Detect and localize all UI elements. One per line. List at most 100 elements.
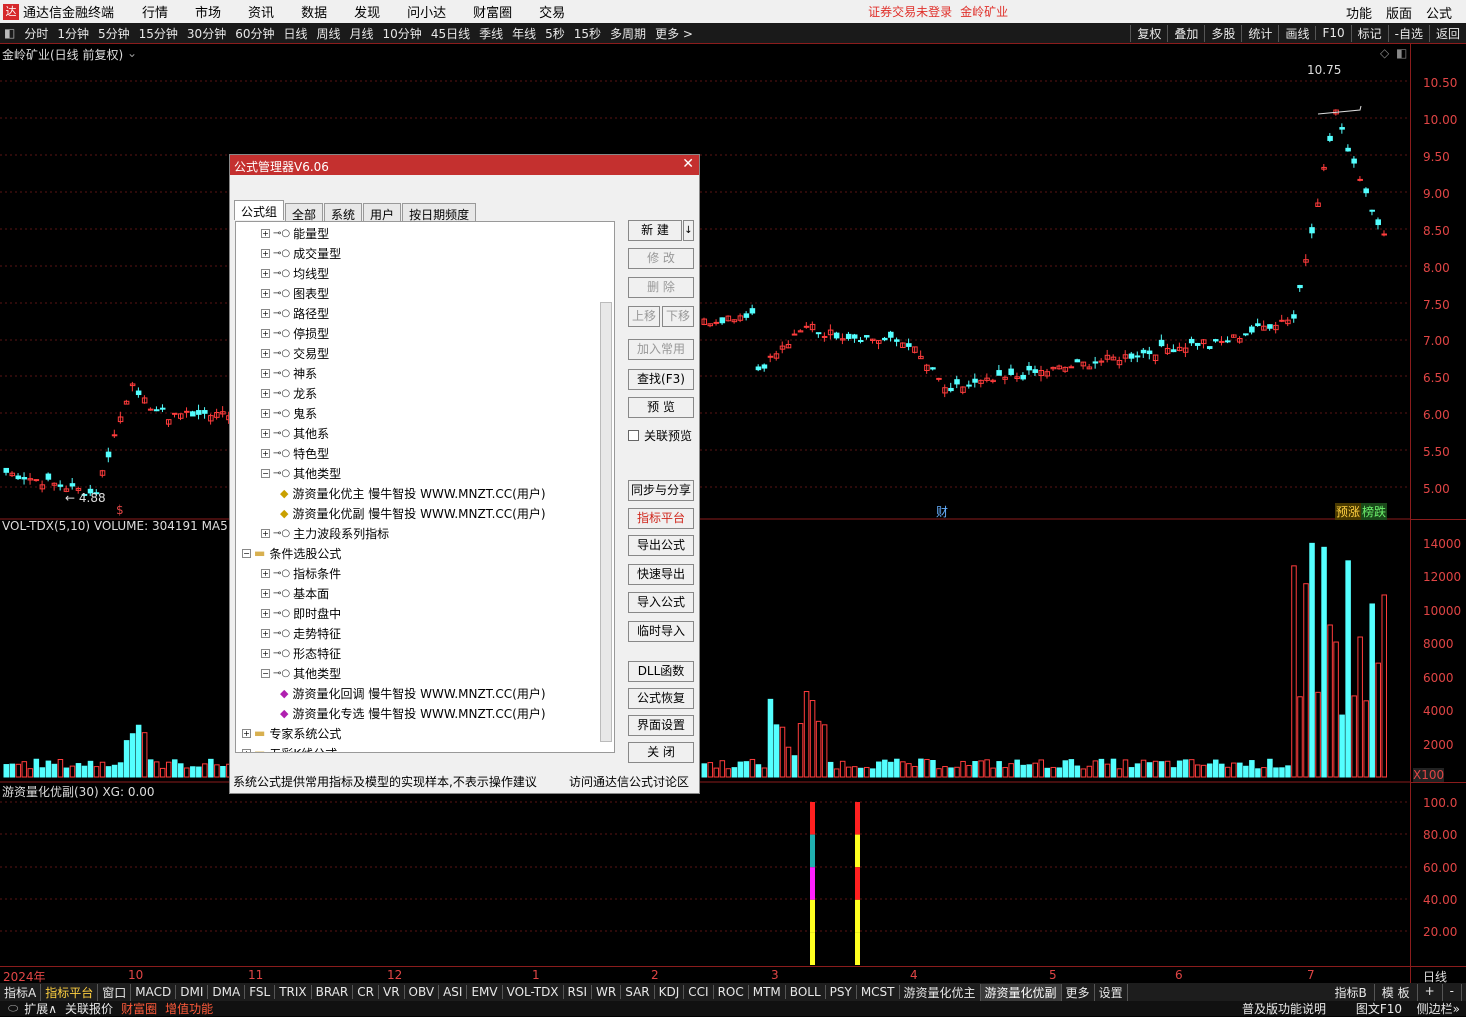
menu-gongshi[interactable]: 公式	[1426, 3, 1452, 22]
indicator-tab[interactable]: CCI	[684, 985, 714, 999]
period-item[interactable]: 5秒	[545, 25, 565, 42]
toolbar-tongji[interactable]: 统计	[1241, 24, 1278, 42]
period-item[interactable]: 15秒	[574, 25, 601, 42]
indicator-tab[interactable]: KDJ	[655, 985, 685, 999]
indicator-tab[interactable]: ASI	[439, 985, 468, 999]
tree-node[interactable]: + ▬ 专家系统公式	[242, 723, 341, 743]
chart-canvas[interactable]	[0, 44, 1410, 983]
finance-marker[interactable]: 财	[936, 503, 948, 520]
indicator-tab[interactable]: PSY	[826, 985, 857, 999]
menu-hangqing[interactable]: 行情	[142, 2, 168, 21]
period-item[interactable]: 月线	[350, 25, 374, 42]
indicator-tab[interactable]: ROC	[714, 985, 749, 999]
toolbar-huaxian[interactable]: 画线	[1278, 24, 1315, 42]
tree-node[interactable]: + ⊸○ 指标条件	[261, 563, 341, 583]
expand-icon[interactable]: +	[261, 388, 270, 398]
indicator-tab[interactable]: BOLL	[786, 985, 826, 999]
status-related-quote[interactable]: 关联报价	[65, 1000, 113, 1017]
indicator-platform-button[interactable]: 指标平台	[628, 508, 694, 529]
tree-node[interactable]: + ⊸○ 龙系	[261, 383, 317, 403]
sidebar-toggle-icon[interactable]: ◧	[4, 26, 15, 40]
menu-shuju[interactable]: 数据	[301, 2, 327, 21]
period-item[interactable]: 15分钟	[139, 25, 178, 42]
expand-icon[interactable]: +	[261, 288, 270, 298]
yuzhang-badge[interactable]: 预涨	[1335, 503, 1362, 520]
period-item[interactable]: 年线	[512, 25, 536, 42]
indicator-tab[interactable]: MCST	[857, 985, 900, 999]
dialog-close-button[interactable]: 关 闭	[628, 742, 694, 763]
ui-settings-button[interactable]: 界面设置	[628, 715, 694, 736]
indicator-tab[interactable]: 指标A	[0, 983, 42, 1001]
period-item[interactable]: 分时	[24, 25, 48, 42]
dll-function-button[interactable]: DLL函数	[628, 661, 694, 682]
toolbar-fanhui[interactable]: 返回	[1428, 24, 1466, 42]
tree-node[interactable]: + ⊸○ 神系	[261, 363, 317, 383]
temp-import-button[interactable]: 临时导入	[628, 621, 694, 642]
chevron-down-icon[interactable]: ⌄	[127, 46, 137, 60]
tree-node[interactable]: +▬五彩K线公式	[242, 743, 337, 752]
menu-wenxiaoda[interactable]: 问小达	[407, 2, 446, 21]
indicator-tab[interactable]: BRAR	[312, 985, 354, 999]
indicator-tab[interactable]: FSL	[245, 985, 276, 999]
indicator-tab[interactable]: 设置	[1095, 983, 1128, 1001]
tree-node[interactable]: ◆ 游资量化优主 慢牛智投 WWW.MNZT.CC(用户)	[280, 483, 546, 503]
new-button[interactable]: 新 建	[628, 220, 682, 241]
status-value-added[interactable]: 增值功能	[165, 1000, 213, 1017]
expand-icon[interactable]: +	[261, 328, 270, 338]
expand-icon[interactable]: +	[242, 728, 251, 738]
tree-node[interactable]: − ⊸○ 其他类型	[261, 663, 341, 683]
period-item[interactable]: 30分钟	[187, 25, 226, 42]
indicator-tab[interactable]: TRIX	[275, 985, 312, 999]
period-item[interactable]: 60分钟	[235, 25, 274, 42]
period-item[interactable]: 季线	[479, 25, 503, 42]
period-item[interactable]: 日线	[283, 25, 307, 42]
tree-node[interactable]: + ⊸○ 基本面	[261, 583, 329, 603]
tree-node[interactable]: ◆ 游资量化优副 慢牛智投 WWW.MNZT.CC(用户)	[280, 503, 546, 523]
tree-scrollbar[interactable]	[600, 302, 612, 742]
tree-node[interactable]: ◆ 游资量化回调 慢牛智投 WWW.MNZT.CC(用户)	[280, 683, 546, 703]
status-f10[interactable]: 图文F10	[1356, 1000, 1402, 1017]
tree-node[interactable]: − ⊸○ 其他类型	[261, 463, 341, 483]
status-expand[interactable]: 扩展∧	[24, 1000, 57, 1017]
linked-preview-checkbox[interactable]: 关联预览	[628, 427, 692, 444]
export-button[interactable]: 导出公式	[628, 535, 694, 556]
preview-button[interactable]: 预 览	[628, 397, 694, 418]
toolbar-zixuan[interactable]: -自选	[1387, 24, 1429, 42]
bangdie-badge[interactable]: 榜跌	[1361, 503, 1388, 520]
toolbar-fuquan[interactable]: 复权	[1130, 24, 1167, 42]
tree-node[interactable]: + ⊸○ 路径型	[261, 303, 329, 323]
expand-icon[interactable]: +	[261, 248, 270, 258]
expand-icon[interactable]: +	[261, 368, 270, 378]
expand-icon[interactable]: +	[261, 588, 270, 598]
tree-node[interactable]: + ⊸○ 停损型	[261, 323, 329, 343]
formula-tree[interactable]: + ⊸○ 能量型 + ⊸○ 成交量型 + ⊸○ 均线型 + ⊸○ 图表型 + ⊸○ 路径型 + ⊸○ 停损型 + ⊸○…	[235, 221, 615, 753]
expand-icon[interactable]: +	[261, 348, 270, 358]
tree-node[interactable]: + ⊸○ 交易型	[261, 343, 329, 363]
expand-icon[interactable]: +	[261, 568, 270, 578]
indicator-tab[interactable]: DMA	[208, 985, 246, 999]
status-caifuquan[interactable]: 财富圈	[121, 1000, 157, 1017]
menu-faxian[interactable]: 发现	[354, 2, 380, 21]
menu-banmian[interactable]: 版面	[1386, 3, 1412, 22]
period-item[interactable]: 周线	[317, 25, 341, 42]
forum-link[interactable]: 访问通达信公式讨论区	[569, 773, 689, 790]
indicator-tab[interactable]: VOL-TDX	[503, 985, 564, 999]
tree-node[interactable]: ◆ 游资量化专选 慢牛智投 WWW.MNZT.CC(用户)	[280, 703, 546, 723]
status-sidebar[interactable]: 侧边栏»	[1417, 1000, 1460, 1017]
tree-node[interactable]: + ⊸○ 走势特征	[261, 623, 341, 643]
move-up-button[interactable]: 上移	[628, 306, 660, 327]
period-item[interactable]: 45日线	[431, 25, 470, 42]
tree-node[interactable]: + ⊸○ 形态特征	[261, 643, 341, 663]
restore-formula-button[interactable]: 公式恢复	[628, 688, 694, 709]
find-button[interactable]: 查找(F3)	[628, 369, 694, 390]
toolbar-f10[interactable]: F10	[1315, 26, 1350, 40]
collapse-icon[interactable]: −	[261, 468, 270, 478]
indicator-tab[interactable]: CR	[353, 985, 379, 999]
indicator-tab[interactable]: WR	[592, 985, 622, 999]
indicator-tab[interactable]: 窗口	[98, 983, 132, 1001]
window-icon[interactable]: ◧	[1396, 46, 1407, 60]
indicator-tab[interactable]: VR	[379, 985, 405, 999]
indicator-tab[interactable]: OBV	[405, 985, 440, 999]
template-tab[interactable]: -	[1443, 983, 1462, 1001]
expand-icon[interactable]: +	[261, 268, 270, 278]
